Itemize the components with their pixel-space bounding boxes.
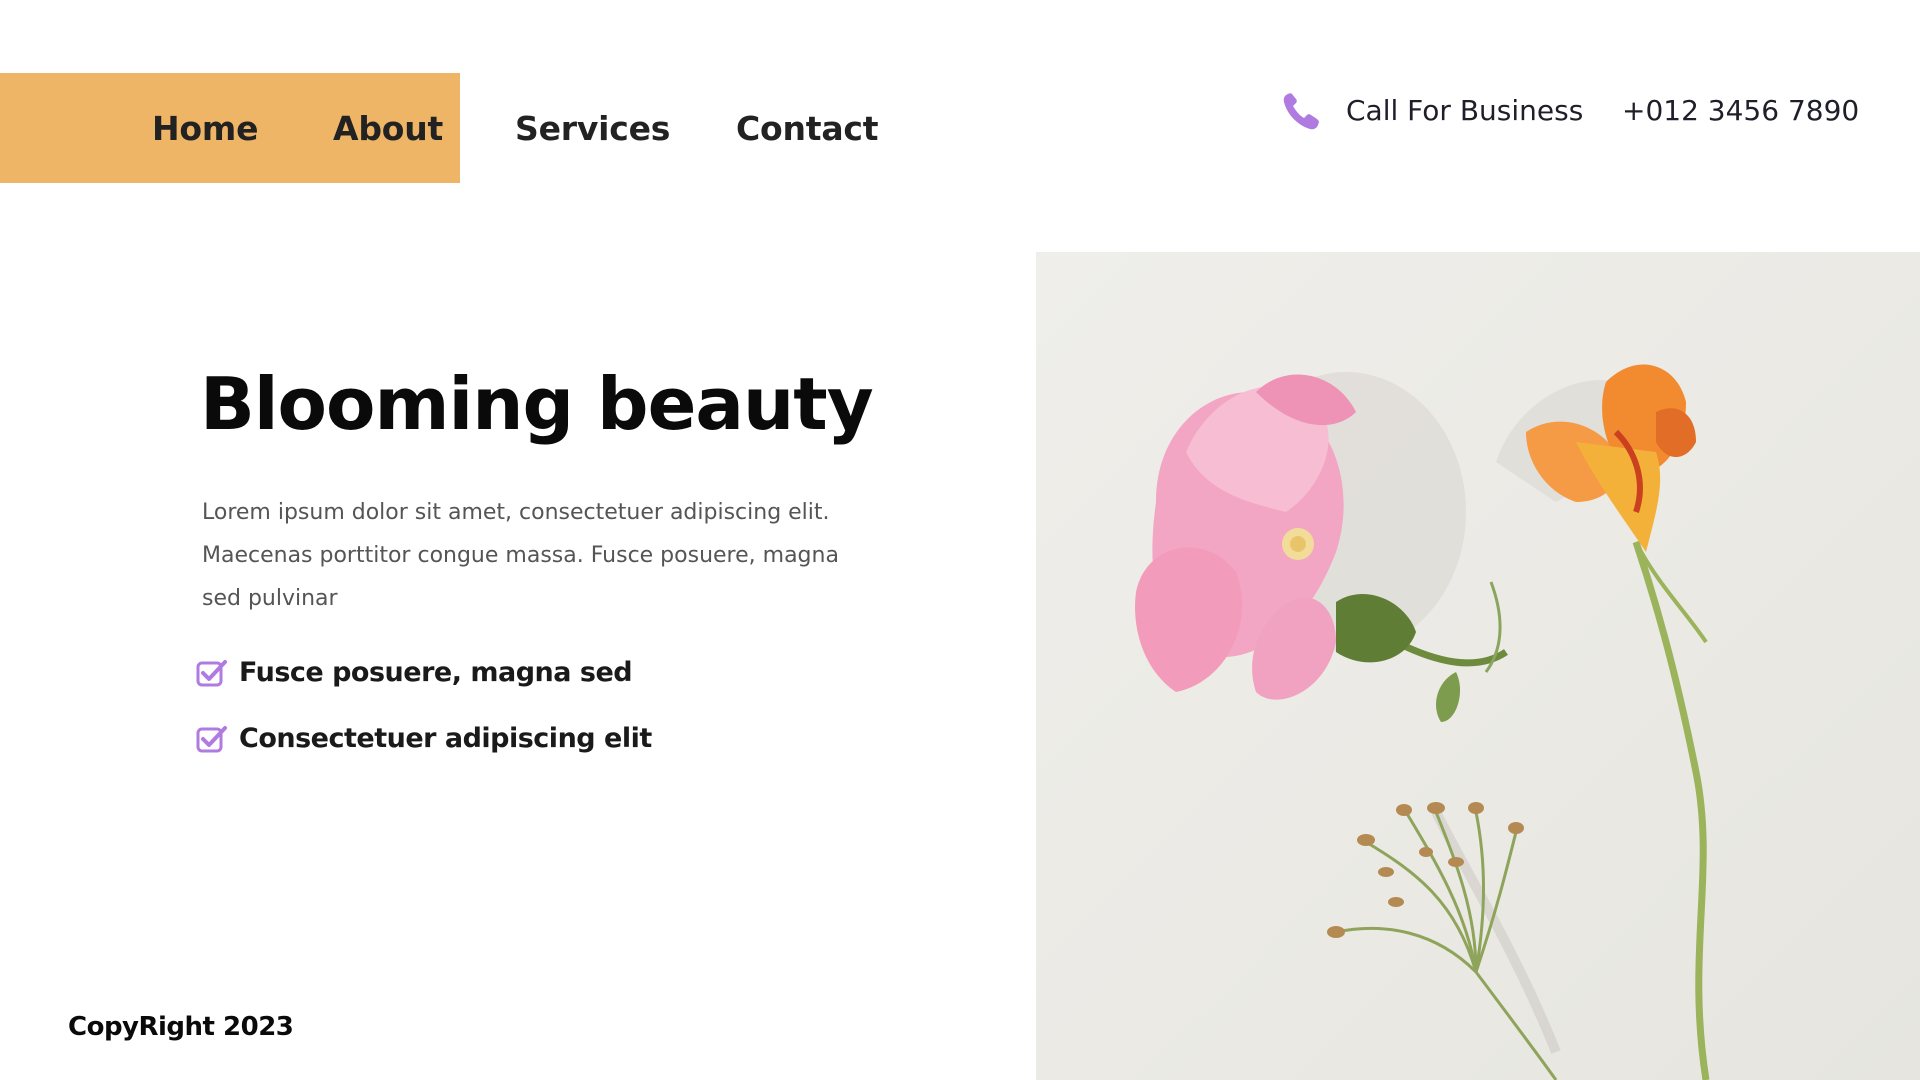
checklist-text: Fusce posuere, magna sed: [239, 656, 633, 688]
feature-checklist: Fusce posuere, magna sed Consectetuer ad…: [195, 650, 652, 782]
hero-title: Blooming beauty: [200, 362, 874, 446]
checklist-item: Consectetuer adipiscing elit: [195, 716, 652, 760]
phone-icon[interactable]: [1280, 90, 1322, 132]
nav-item-services[interactable]: Services: [515, 73, 670, 183]
flowers-illustration: [1135, 364, 1710, 1080]
page: Home About Services Contact Call For Bus…: [0, 0, 1920, 1080]
checklist-text: Consectetuer adipiscing elit: [239, 722, 652, 754]
hero-description: Lorem ipsum dolor sit amet, consectetuer…: [202, 500, 839, 611]
phone-number[interactable]: +012 3456 7890: [1622, 94, 1859, 127]
copyright: CopyRight 2023: [68, 1012, 294, 1042]
checkbox-checked-icon: [195, 721, 229, 755]
checklist-item: Fusce posuere, magna sed: [195, 650, 652, 694]
call-label: Call For Business: [1346, 94, 1584, 127]
call-for-business: Call For Business +012 3456 7890: [1280, 90, 1859, 150]
nav-item-home[interactable]: Home: [152, 73, 258, 183]
nav-item-contact[interactable]: Contact: [736, 73, 879, 183]
flowers-photo: [1036, 252, 1920, 1080]
main-nav: Home About Services Contact: [0, 73, 1000, 183]
nav-item-about[interactable]: About: [333, 73, 443, 183]
checkbox-checked-icon: [195, 655, 229, 689]
